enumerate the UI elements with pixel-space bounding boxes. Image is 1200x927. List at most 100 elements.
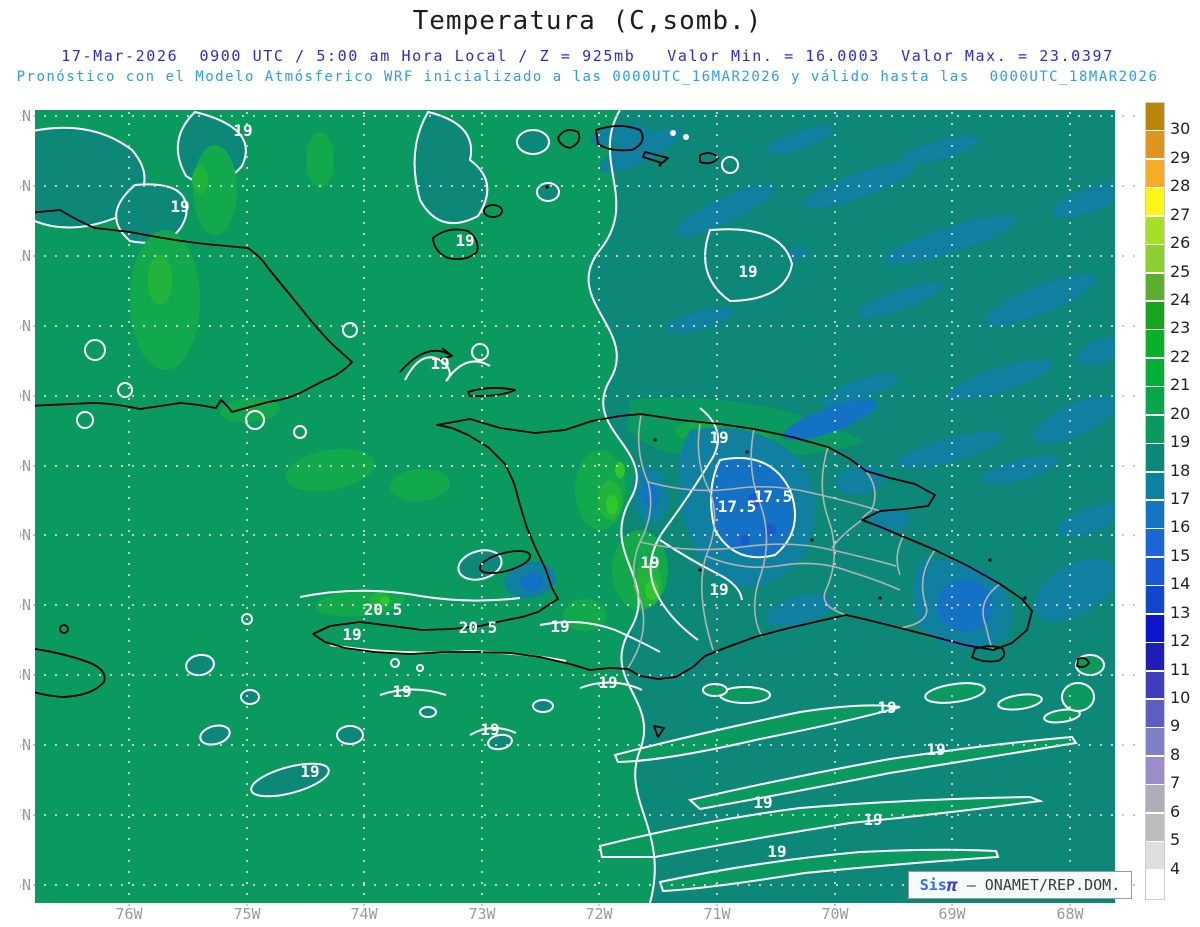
- model-info-line: Pronóstico con el Modelo Atmósferico WRF…: [16, 69, 1159, 85]
- lat-label: 6.5N: [20, 876, 31, 894]
- forecast-map: 22N 1.5N 21N 0.5N 20N 9.5N 19N 8.5N 18N 7.5N 17N 6.…: [20, 108, 1138, 923]
- colorbar-tick-label: 10: [1170, 688, 1191, 707]
- colorbar-tick-label: 26: [1170, 233, 1191, 253]
- lon-label: 70W: [821, 905, 849, 923]
- colorbar-tick-label: 14: [1170, 574, 1191, 594]
- colorbar-segment: [1146, 245, 1164, 273]
- temperature-field: [35, 110, 1115, 903]
- colorbar-tick-label: 5: [1170, 830, 1181, 850]
- lat-label: 17N: [20, 806, 31, 824]
- colorbar-segment: [1146, 643, 1164, 671]
- colorbar-tick-label: 27: [1170, 204, 1191, 224]
- colorbar-segment: [1146, 756, 1164, 784]
- colorbar-segment: [1146, 188, 1164, 216]
- colorbar-segment: [1146, 387, 1164, 415]
- colorbar-segment: [1146, 444, 1164, 472]
- colorbar-segment: [1146, 671, 1164, 699]
- colorbar-tick-label: 18: [1170, 460, 1191, 480]
- weather-forecast-page: Temperatura (C,somb.) 17-Mar-2026 0900 U…: [0, 0, 1200, 927]
- colorbar-tick-label: 28: [1170, 176, 1191, 196]
- contour-label: 19: [598, 673, 617, 692]
- colorbar-segment: [1146, 415, 1164, 443]
- colorbar-segment: [1146, 813, 1164, 841]
- colorbar-segment: [1146, 785, 1164, 813]
- lon-label: 71W: [703, 905, 731, 923]
- colorbar-tick-label: 25: [1170, 261, 1191, 281]
- contour-label: 19: [300, 762, 319, 781]
- contour-label: 19: [233, 121, 252, 140]
- lon-label: 73W: [468, 905, 496, 923]
- colorbar-segment: [1146, 870, 1164, 898]
- colorbar-tick-label: 6: [1170, 801, 1181, 821]
- colorbar-segment: [1146, 472, 1164, 500]
- lon-label: 69W: [938, 905, 966, 923]
- colorbar-tick-label: 24: [1170, 290, 1191, 309]
- colorbar-segment: [1146, 529, 1164, 557]
- watermark-org: – ONAMET/REP.DOM.: [957, 876, 1121, 894]
- lat-label: 19N: [20, 526, 31, 544]
- contour-label: 19: [738, 262, 757, 281]
- colorbar-segment: [1146, 586, 1164, 614]
- contour-label: 19: [430, 354, 449, 373]
- colorbar-tick-label: 30: [1170, 119, 1191, 139]
- colorbar-segment: [1146, 159, 1164, 187]
- lat-label: 0.5N: [20, 317, 31, 335]
- colorbar-segment: [1146, 216, 1164, 244]
- contour-label: 19: [480, 720, 499, 739]
- lat-label: 21N: [20, 247, 31, 265]
- contour-label: 19: [640, 553, 659, 572]
- contour-label: 19: [455, 231, 474, 250]
- contour-label: 19: [550, 617, 569, 636]
- lat-label: 7.5N: [20, 736, 31, 754]
- lat-label: 9.5N: [20, 457, 31, 475]
- colorbar-tick-label: 20: [1170, 403, 1191, 423]
- lat-label: 1.5N: [20, 177, 31, 195]
- colorbar-segment: [1146, 501, 1164, 528]
- colorbar-segment: [1146, 728, 1164, 756]
- page-title: Temperatura (C,somb.): [412, 6, 763, 36]
- colorbar-segment: [1146, 614, 1164, 642]
- colorbar-tick-label: 17: [1170, 489, 1191, 508]
- colorbar-segment: [1146, 700, 1164, 727]
- contour-label: 19: [170, 197, 189, 216]
- colorbar-segment: [1146, 842, 1164, 870]
- contour-label: 19: [392, 682, 411, 701]
- colorbar-tick-label: 13: [1170, 602, 1191, 622]
- colorbar-segment: [1146, 273, 1164, 301]
- contour-label: 17.5: [718, 497, 757, 516]
- valid-time-line: 17-Mar-2026 0900 UTC / 5:00 am Hora Loca…: [61, 47, 1114, 65]
- colorbar-segment: [1146, 358, 1164, 386]
- colorbar-tick-label: 23: [1170, 318, 1191, 338]
- contour-label: 19: [863, 810, 882, 829]
- lat-label: 8.5N: [20, 596, 31, 614]
- lon-label: 68W: [1056, 905, 1084, 923]
- lat-label: 20N: [20, 387, 31, 405]
- colorbar-tick-label: 12: [1170, 631, 1191, 651]
- contour-label: 19: [767, 842, 786, 861]
- contour-label: 20.5: [364, 600, 403, 619]
- lon-label: 72W: [585, 905, 613, 923]
- colorbar: [1145, 102, 1165, 900]
- lon-label: 74W: [350, 905, 378, 923]
- colorbar-tick-label: 9: [1170, 716, 1181, 736]
- contour-label: 17.5: [754, 487, 793, 506]
- colorbar-tick-label: 11: [1170, 659, 1191, 679]
- colorbar-segment: [1146, 302, 1164, 329]
- watermark-pi-icon: π: [946, 874, 958, 896]
- contour-label: 19: [342, 625, 361, 644]
- colorbar-tick-label: 19: [1170, 432, 1191, 452]
- contour-label: 19: [926, 740, 945, 759]
- colorbar-segment: [1146, 131, 1164, 159]
- lon-label: 75W: [233, 905, 261, 923]
- watermark: Sis π – ONAMET/REP.DOM.: [908, 871, 1132, 899]
- colorbar-segment: [1146, 330, 1164, 358]
- lat-label: 18N: [20, 666, 31, 684]
- lat-label: 22N: [20, 108, 31, 125]
- colorbar-tick-label: 4: [1170, 858, 1181, 878]
- colorbar-tick-label: 15: [1170, 545, 1191, 565]
- colorbar-tick-label: 21: [1170, 375, 1191, 395]
- colorbar-tick-label: 8: [1170, 744, 1181, 764]
- contour-label: 19: [709, 428, 728, 447]
- colorbar-tick-label: 16: [1170, 517, 1191, 537]
- contour-label: 19: [753, 793, 772, 812]
